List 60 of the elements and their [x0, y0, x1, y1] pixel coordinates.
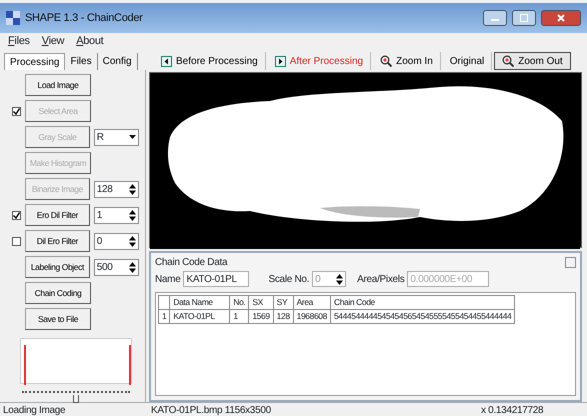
menu-item[interactable]: About — [76, 33, 104, 50]
spin-box[interactable]: 0 — [94, 232, 139, 250]
table-cell: 54445444445454545654545555455454455444444 — [330, 309, 515, 323]
close-icon — [557, 14, 565, 22]
field-label: Scale No. — [268, 272, 310, 286]
window-title: SHAPE 1.3 - ChainCoder — [25, 10, 143, 26]
spin-box[interactable]: 1 — [94, 206, 139, 224]
control-button[interactable]: Dil Ero Filter — [25, 230, 90, 252]
dropdown-arrow-icon — [129, 135, 136, 139]
table-cell: 1569 — [248, 309, 274, 323]
table-cell: 128 — [273, 309, 294, 323]
checkbox[interactable] — [12, 210, 21, 220]
spinner-arrows-icon — [129, 262, 136, 272]
spin-box[interactable]: 500 — [94, 258, 139, 276]
tab[interactable]: Processing — [4, 53, 66, 70]
spinner-arrows-icon — [336, 274, 344, 284]
column-header[interactable]: Chain Code — [330, 296, 515, 310]
control-button[interactable]: Ero Dil Filter — [25, 204, 90, 226]
restore-button[interactable] — [565, 257, 576, 268]
column-header[interactable]: SX — [248, 296, 274, 310]
control-button[interactable]: Load Image — [25, 74, 91, 96]
previous-icon — [161, 56, 172, 66]
toolbar-button[interactable]: Zoom Out — [494, 52, 571, 70]
status-text: Loading Image — [2, 404, 66, 416]
table-cell: 1968608 — [293, 309, 330, 323]
minimize-button[interactable] — [483, 10, 507, 26]
spinner-arrows-icon — [129, 210, 136, 220]
maximize-icon — [520, 14, 528, 22]
next-icon — [274, 56, 286, 66]
status-text: x 0.134217728 — [480, 404, 544, 416]
control-button[interactable]: Chain Coding — [25, 282, 91, 304]
tab[interactable]: Files — [65, 53, 98, 70]
tab[interactable]: Config — [98, 53, 138, 70]
control-button[interactable]: Save to File — [25, 308, 91, 330]
spinner-arrows-icon — [129, 236, 136, 246]
table-cell: 1 — [230, 309, 249, 323]
field-label: Name — [155, 272, 180, 286]
menu-item[interactable]: Files — [8, 33, 30, 50]
table-cell: KATO-01PL — [170, 309, 230, 323]
status-text: KATO-01PL.bmp 1156x3500 — [150, 404, 272, 416]
checkmark-icon — [13, 108, 20, 114]
row-number: 1 — [158, 309, 170, 323]
checkbox[interactable] — [12, 236, 21, 246]
slider-thumb[interactable] — [73, 394, 79, 402]
field-label: Area/Pixels — [357, 272, 404, 286]
spinner-arrows-icon — [129, 184, 136, 194]
maximize-button[interactable] — [512, 10, 536, 26]
column-header[interactable]: No. — [230, 296, 249, 310]
control-button[interactable]: Labeling Object — [25, 256, 90, 278]
magnifier-icon — [502, 55, 514, 67]
name-field[interactable]: KATO-01PL — [183, 271, 250, 287]
close-button[interactable] — [541, 10, 581, 26]
panel-title: Chain Code Data — [155, 256, 228, 270]
menu-item[interactable]: View — [42, 33, 64, 50]
magnifier-icon — [380, 55, 392, 67]
checkmark-icon — [13, 212, 20, 218]
column-header[interactable]: Area — [293, 296, 330, 310]
app-icon — [6, 11, 20, 25]
column-header[interactable]: SY — [273, 296, 294, 310]
column-header[interactable]: Data Name — [170, 296, 230, 310]
